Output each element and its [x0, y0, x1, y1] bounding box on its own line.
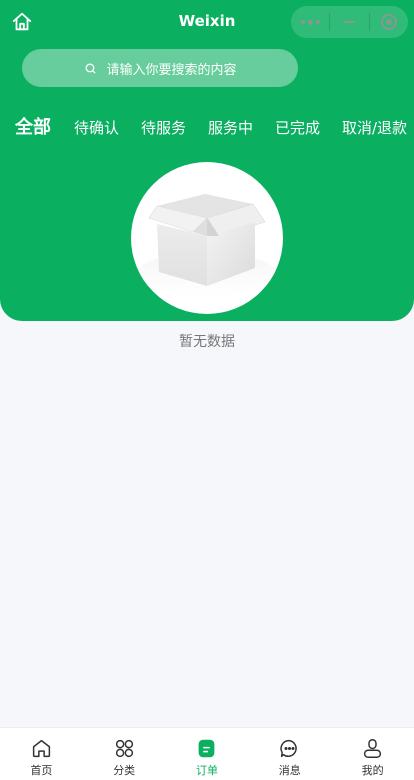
tabbar-item-home[interactable]: 首页 [0, 728, 83, 780]
tabbar-label: 首页 [30, 764, 53, 777]
close-button[interactable] [370, 6, 408, 38]
more-dots-icon [300, 19, 320, 25]
home-icon [30, 737, 52, 759]
profile-icon [362, 737, 384, 759]
tab-label: 待确认 [74, 119, 120, 137]
order-icon [196, 737, 218, 759]
search-bar[interactable]: 请输入你要搜索的内容 [22, 49, 298, 87]
tab-pending-confirm[interactable]: 待确认 [74, 110, 119, 146]
tab-label: 已完成 [275, 119, 321, 137]
bottom-tab-bar: 首页 分类 订单 消息 我的 [0, 727, 414, 780]
tab-in-service[interactable]: 服务中 [208, 110, 253, 146]
tabbar-item-category[interactable]: 分类 [83, 728, 166, 780]
message-bubble-icon [279, 737, 301, 759]
tab-label: 全部 [15, 117, 51, 138]
mini-program-capsule [291, 6, 408, 38]
tab-label: 取消/退款 [342, 119, 408, 137]
tab-cancel-refund[interactable]: 取消/退款 [342, 110, 407, 146]
tabbar-label: 订单 [195, 764, 218, 777]
search-placeholder: 请输入你要搜索的内容 [106, 62, 237, 78]
more-button[interactable] [291, 6, 329, 38]
tab-completed[interactable]: 已完成 [275, 110, 320, 146]
tabbar-label: 我的 [361, 764, 384, 777]
tabbar-item-messages[interactable]: 消息 [248, 728, 331, 780]
category-grid-icon [113, 737, 135, 759]
tabbar-label: 分类 [113, 764, 136, 777]
empty-state-image [131, 162, 283, 314]
order-status-tabs: 全部 待确认 待服务 服务中 已完成 取消/退款 [0, 110, 414, 146]
tabbar-label: 消息 [278, 764, 301, 777]
search-icon [83, 61, 97, 75]
tab-label: 待服务 [141, 119, 187, 137]
tab-label: 服务中 [208, 119, 254, 137]
minimize-icon [343, 21, 356, 23]
minimize-button[interactable] [330, 6, 368, 38]
empty-state-text: 暂无数据 [179, 334, 235, 350]
empty-box-icon [137, 194, 277, 296]
tab-pending-service[interactable]: 待服务 [141, 110, 186, 146]
close-target-icon [380, 14, 397, 30]
nav-bar: Weixin [0, 0, 414, 44]
tab-all[interactable]: 全部 [15, 110, 51, 146]
tabbar-item-profile[interactable]: 我的 [331, 728, 414, 780]
tabbar-item-orders[interactable]: 订单 [166, 728, 249, 780]
